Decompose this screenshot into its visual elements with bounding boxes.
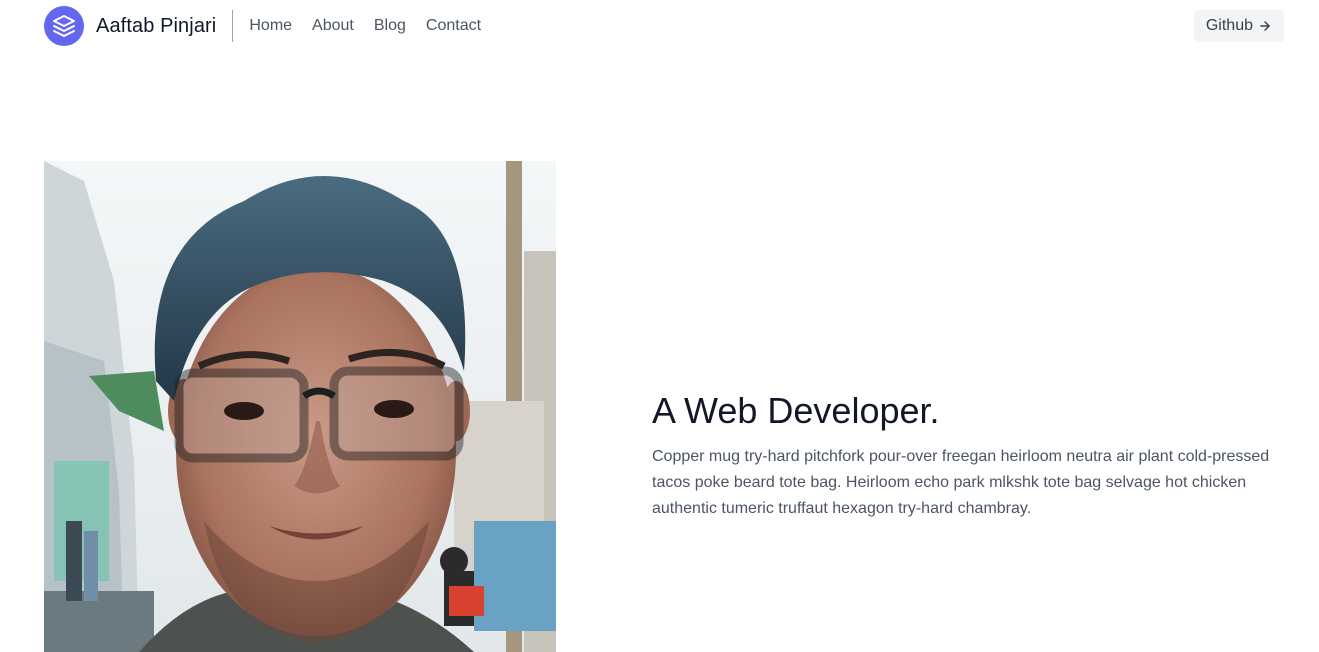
site-header: Aaftab Pinjari Home About Blog Contact G… — [0, 0, 1319, 52]
hero-portrait-image — [44, 161, 556, 652]
hero-title: A Web Developer. — [652, 390, 940, 431]
github-button[interactable]: Github — [1193, 10, 1284, 42]
nav-contact[interactable]: Contact — [426, 17, 481, 35]
nav-about[interactable]: About — [312, 17, 354, 35]
header-divider — [232, 10, 234, 42]
brand-name: Aaftab Pinjari — [96, 14, 217, 37]
page: Aaftab Pinjari Home About Blog Contact G… — [0, 0, 1319, 652]
brand-link[interactable]: Aaftab Pinjari — [44, 6, 216, 46]
nav-home[interactable]: Home — [249, 17, 292, 35]
layers-icon — [44, 6, 84, 46]
github-button-label: Github — [1205, 17, 1253, 34]
nav-blog[interactable]: Blog — [374, 17, 406, 35]
hero-description: Copper mug try-hard pitchfork pour-over … — [652, 448, 1270, 517]
hero-content: A Web Developer. Copper mug try-hard pit… — [652, 388, 1292, 522]
main-nav: Home About Blog Contact — [249, 17, 501, 35]
arrow-right-icon — [1260, 21, 1270, 31]
